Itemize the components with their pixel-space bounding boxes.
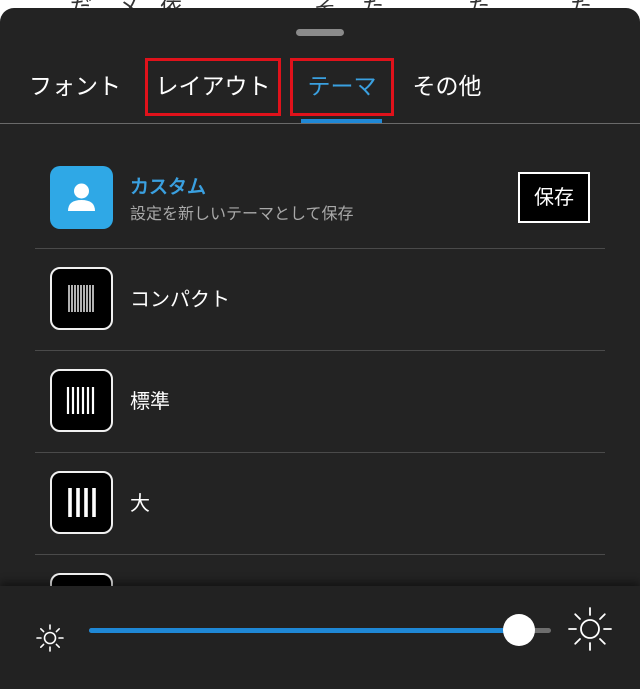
settings-tabs: フォント レイアウト テーマ その他 — [0, 58, 640, 124]
person-icon — [50, 166, 113, 229]
custom-theme-subtitle: 設定を新しいテーマとして保存 — [130, 204, 354, 223]
large-lines-icon — [50, 471, 113, 534]
tab-layout[interactable]: レイアウト — [145, 58, 281, 116]
theme-list: カスタム 設定を新しいテーマとして保存 保存 コンパクト 標準 大 — [35, 148, 605, 555]
settings-sheet: フォント レイアウト テーマ その他 カスタム 設定を新しいテーマとして保存 保… — [0, 8, 640, 689]
save-theme-button[interactable]: 保存 — [518, 172, 590, 223]
theme-label-large: 大 — [130, 491, 150, 515]
tab-other[interactable]: その他 — [405, 58, 489, 116]
theme-row-compact[interactable]: コンパクト — [35, 249, 605, 351]
brightness-slider-fill — [89, 628, 519, 633]
sun-large-icon — [568, 607, 612, 651]
custom-theme-title: カスタム — [130, 176, 207, 198]
compact-lines-icon — [50, 267, 113, 330]
tab-theme[interactable]: テーマ — [290, 58, 394, 116]
standard-lines-icon — [50, 369, 113, 432]
theme-row-standard[interactable]: 標準 — [35, 351, 605, 453]
theme-label-compact: コンパクト — [130, 287, 230, 311]
sheet-grabber-handle[interactable] — [296, 29, 344, 36]
brightness-slider-thumb[interactable] — [502, 614, 535, 646]
tabs-divider — [0, 123, 640, 124]
sun-small-icon — [36, 624, 64, 652]
theme-label-standard: 標準 — [130, 389, 170, 413]
tab-font[interactable]: フォント — [20, 58, 130, 116]
theme-row-large[interactable]: 大 — [35, 453, 605, 555]
theme-row-custom[interactable]: カスタム 設定を新しいテーマとして保存 保存 — [35, 148, 605, 249]
brightness-slider[interactable] — [89, 614, 551, 646]
brightness-bar — [0, 586, 640, 689]
